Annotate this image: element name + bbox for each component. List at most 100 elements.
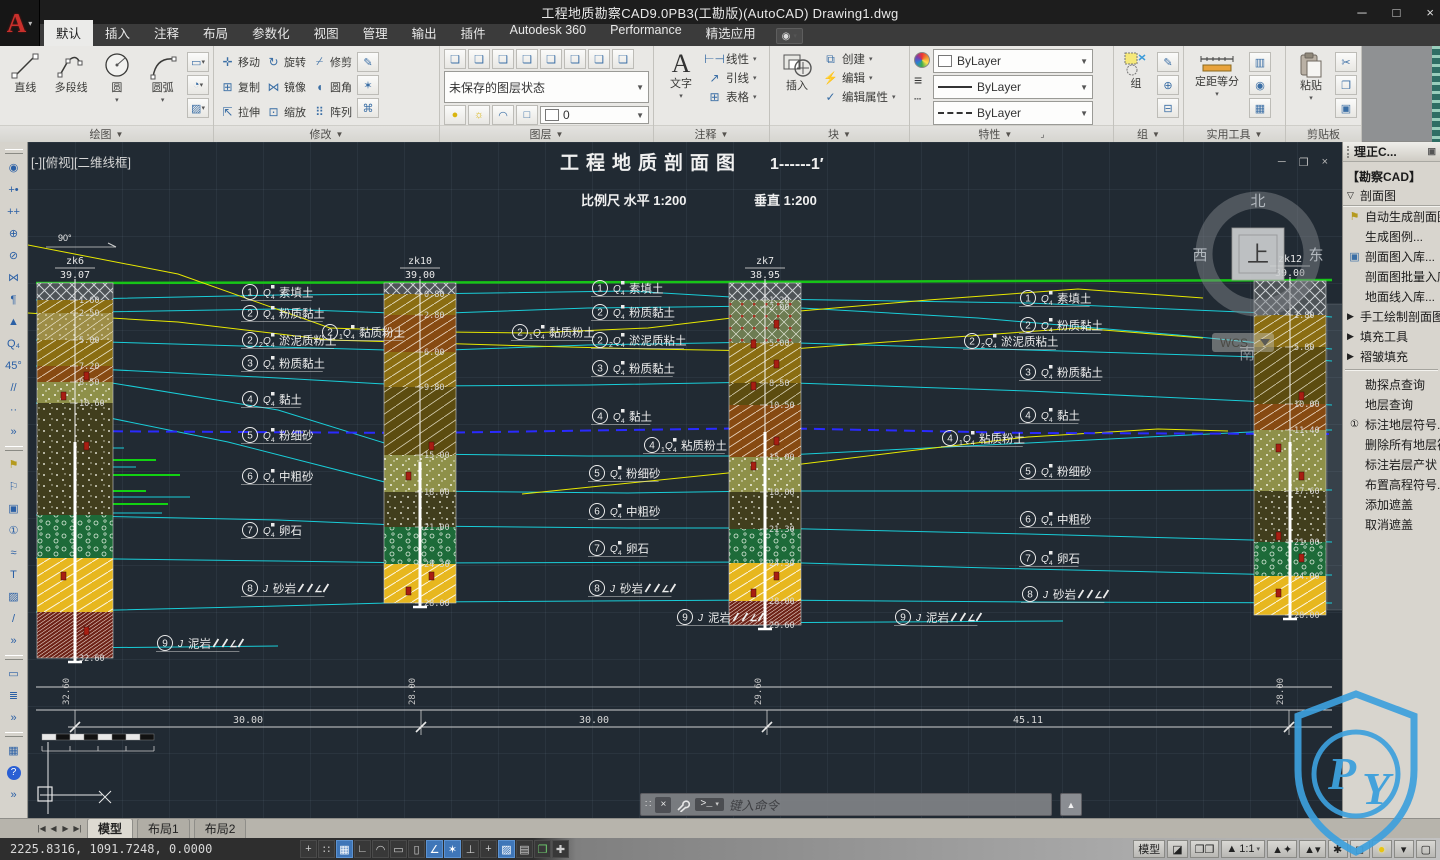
clipboard-side-icon-2[interactable]: ▣	[1335, 98, 1357, 118]
ribbon-tab-插入[interactable]: 插入	[93, 20, 142, 46]
sample-picker-tool[interactable]: /	[2, 608, 26, 629]
erase-tool[interactable]: ✎	[357, 52, 379, 72]
palette-item-标注岩层产状[interactable]: 标注岩层产状	[1343, 454, 1440, 474]
current-layer-dropdown[interactable]: 0 ▼	[540, 106, 649, 124]
palette-close-icon[interactable]: ×	[1322, 156, 1328, 169]
palette-minimize-icon[interactable]: ─	[1278, 156, 1286, 169]
lineweight-icon[interactable]: ≡	[914, 72, 930, 88]
block-编辑-button[interactable]: ⚡编辑▾	[823, 70, 896, 86]
add-points-tool[interactable]: ++	[2, 201, 26, 222]
status-overflow-button[interactable]: ▾	[1394, 840, 1414, 858]
palette-item-自动生成剖面图[interactable]: ⚑自动生成剖面图	[1343, 206, 1440, 226]
palette-item-【勘察CAD】[interactable]: 【勘察CAD】	[1343, 166, 1440, 186]
annotation-note-tool[interactable]: ¶	[2, 289, 26, 310]
select-point-tool[interactable]: ◉	[2, 157, 26, 178]
ribbon-tab-插件[interactable]: 插件	[449, 20, 498, 46]
maximize-button[interactable]: □	[1393, 5, 1401, 20]
modify-缩放-button[interactable]: ⊡缩放	[264, 99, 308, 124]
palette-item-生成图例...[interactable]: 生成图例...	[1343, 226, 1440, 246]
last-tab-button[interactable]: ▶|	[72, 822, 83, 836]
palette-item-取消遮盖[interactable]: 取消遮盖	[1343, 514, 1440, 534]
layout-tab-布局1[interactable]: 布局1	[137, 818, 190, 839]
group-side-icon-1[interactable]: ⊕	[1157, 75, 1179, 95]
layer-tool-0[interactable]: ❏	[444, 49, 466, 69]
explode-tool[interactable]: ✶	[357, 75, 379, 95]
block-编辑属性-button[interactable]: ✓编辑属性▾	[823, 89, 896, 105]
layer-tool-5[interactable]: ❏	[564, 49, 586, 69]
image-tool[interactable]: ▦	[2, 740, 26, 761]
modify-拉伸-button[interactable]: ⇱拉伸	[218, 99, 262, 124]
command-close-button[interactable]: ×	[655, 797, 671, 813]
annotate-表格-button[interactable]: ⊞表格▾	[707, 89, 757, 105]
model-space-button[interactable]: 模型	[1133, 840, 1165, 858]
ellipse-tool-button[interactable]: ◔ ▾	[187, 75, 209, 95]
modify-阵列-button[interactable]: ⠿阵列	[310, 99, 354, 124]
palette-item-地面线入库...[interactable]: 地面线入库...	[1343, 286, 1440, 306]
slope-line-tool[interactable]: //	[2, 377, 26, 398]
minimize-button[interactable]: ─	[1357, 5, 1366, 20]
customize-wrench-icon[interactable]	[676, 798, 690, 812]
wave-fill-tool[interactable]: ≈	[2, 542, 26, 563]
section-export-tool[interactable]: ▣	[2, 498, 26, 519]
ribbon-tab-参数化[interactable]: 参数化	[240, 20, 302, 46]
measure-button[interactable]: 定距等分 ▾	[1188, 49, 1246, 125]
stratum-symbol-tool[interactable]: ①	[2, 520, 26, 541]
first-tab-button[interactable]: |◀	[36, 822, 47, 836]
more-tools-expander-1[interactable]: »	[2, 421, 26, 442]
object-snap-2d-toggle[interactable]: ▯	[408, 840, 425, 858]
lock-ui-button[interactable]: ◻	[1350, 840, 1370, 858]
modify-圆角-button[interactable]: ◖圆角	[310, 74, 354, 99]
north-arrow-tool[interactable]: ▲	[2, 311, 26, 332]
wcs-menu[interactable]: WCS	[1212, 333, 1274, 352]
line-button[interactable]: 直线	[4, 49, 47, 125]
clipboard-side-icon-0[interactable]: ✂	[1335, 52, 1357, 72]
palette-item-剖面图[interactable]: ▽剖面图	[1343, 186, 1440, 206]
transparency-toggle[interactable]: ▨	[498, 840, 515, 858]
ribbon-tab-精选应用[interactable]: 精选应用	[694, 20, 768, 46]
layout-tab-模型[interactable]: 模型	[87, 818, 133, 839]
annotate-线性-button[interactable]: ⊢⊣线性▾	[707, 51, 757, 67]
ribbon-tab-输出[interactable]: 输出	[400, 20, 449, 46]
arc-button[interactable]: 圆弧 ▾	[141, 49, 184, 125]
docked-toolbar-edge[interactable]	[1432, 46, 1440, 142]
object-snap-tracking-toggle[interactable]: ✶	[444, 840, 461, 858]
snap-mode-toggle[interactable]: ∷	[318, 840, 335, 858]
layer-tool-1[interactable]: ❏	[468, 49, 490, 69]
infer-constraints-toggle[interactable]: +	[300, 840, 317, 858]
clipboard-side-icon-1[interactable]: ❐	[1335, 75, 1357, 95]
linetype-dropdown[interactable]: ByLayer▼	[933, 101, 1093, 125]
hatch-box-tool[interactable]: ▨	[2, 586, 26, 607]
workspace-switching-button[interactable]: ✱	[1328, 840, 1348, 858]
ortho-mode-toggle[interactable]: ∟	[354, 840, 371, 858]
object-color-dropdown[interactable]: ByLayer▼	[933, 49, 1093, 73]
palette-item-填充工具[interactable]: ▶填充工具	[1343, 326, 1440, 346]
rectangle-tool-button[interactable]: ▭ ▾	[187, 52, 209, 72]
lineweight-dropdown[interactable]: ByLayer▼	[933, 75, 1093, 99]
text-hatch-tool[interactable]: T	[2, 564, 26, 585]
more-tools-expander-3[interactable]: »	[2, 707, 26, 728]
q4-symbol-tool[interactable]: Q₄	[2, 333, 26, 354]
viewport-controls-label[interactable]: [-][俯视][二维线框]	[31, 152, 131, 171]
panel-title-utilities[interactable]: 实用工具▼	[1184, 125, 1285, 142]
help-button[interactable]: ?	[2, 762, 26, 783]
annotation-scale-button[interactable]: ▲1:1▾	[1221, 840, 1265, 858]
panel-title-annotate[interactable]: 注释▼	[654, 125, 769, 142]
print-tool[interactable]: ≣	[2, 685, 26, 706]
panel-dialog-launcher-icon[interactable]: ⌟	[1040, 129, 1044, 140]
panel-title-draw[interactable]: 绘图▼	[0, 125, 213, 142]
palette-item-手工绘制剖面图[interactable]: ▶手工绘制剖面图	[1343, 306, 1440, 326]
more-tools-expander-2[interactable]: »	[2, 630, 26, 651]
close-button[interactable]: ×	[1426, 5, 1434, 20]
prev-tab-button[interactable]: ◀	[48, 822, 59, 836]
dynamic-ucs-toggle[interactable]: ⊥	[462, 840, 479, 858]
layer-state-dropdown[interactable]: 未保存的图层状态▼	[444, 71, 649, 103]
grid-display-toggle[interactable]: ▦	[336, 840, 353, 858]
ribbon-tab-Autodesk 360[interactable]: Autodesk 360	[498, 20, 598, 46]
ribbon-tab-注释[interactable]: 注释	[142, 20, 191, 46]
layout-tab-布局2[interactable]: 布局2	[194, 818, 247, 839]
paste-button[interactable]: 粘贴 ▾	[1290, 49, 1332, 125]
palette-item-布置高程符号.[interactable]: 布置高程符号.	[1343, 474, 1440, 494]
palette-item-剖面图入库...[interactable]: ▣剖面图入库...	[1343, 246, 1440, 266]
clean-screen-button[interactable]: ▢	[1416, 840, 1436, 858]
palette-item-褶皱填充[interactable]: ▶褶皱填充	[1343, 346, 1440, 366]
